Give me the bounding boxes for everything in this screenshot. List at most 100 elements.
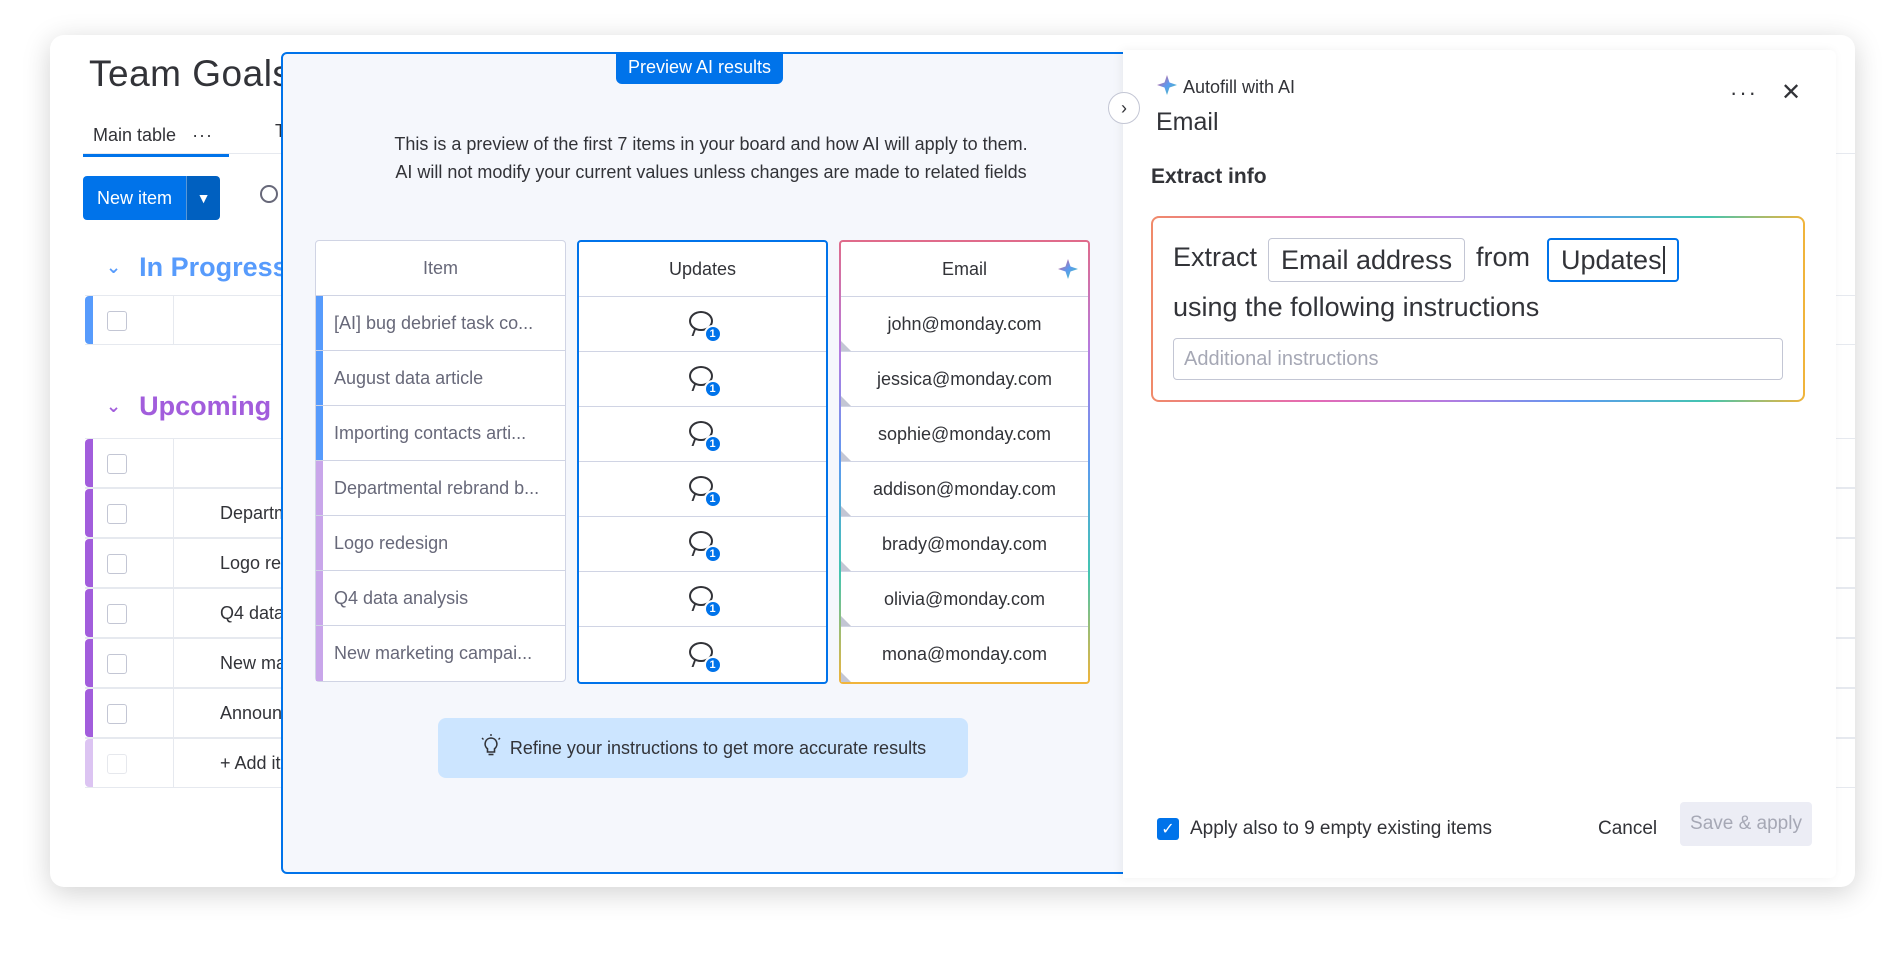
preview-item-cell: New marketing campai... [316,626,565,681]
updates-bubble-icon[interactable]: 1 [688,419,722,453]
row-checkbox[interactable] [107,504,127,524]
chevron-down-icon[interactable]: ⌄ [106,396,121,417]
group-color-bar [85,739,93,787]
row-checkbox[interactable] [107,704,127,724]
search-icon[interactable] [260,185,278,203]
from-word: from [1476,242,1530,272]
apply-existing-checkbox[interactable]: ✓ [1157,818,1179,840]
group-color-bar [316,626,323,681]
instructions-label: using the following instructions [1173,292,1540,322]
preview-updates-cell[interactable]: 1 [579,572,826,627]
updates-bubble-icon[interactable]: 1 [688,309,722,343]
column-header-item: Item [316,241,565,296]
row-checkbox[interactable] [107,654,127,674]
column-divider [173,296,174,344]
preview-updates-cell[interactable]: 1 [579,352,826,407]
close-icon[interactable]: ✕ [1781,78,1801,107]
preview-updates-cell[interactable]: 1 [579,627,826,682]
preview-item-cell: Logo redesign [316,516,565,571]
select-all-checkbox[interactable] [107,454,127,474]
preview-email-cell: addison@monday.com [841,462,1088,517]
chevron-down-icon[interactable]: ⌄ [106,257,121,278]
group-color-bar [316,351,323,405]
updates-count-badge: 1 [703,435,722,453]
section-label: Extract info [1151,165,1267,188]
group-color-bar [85,296,93,344]
cancel-button[interactable]: Cancel [1598,818,1657,840]
updates-bubble-icon[interactable]: 1 [688,640,722,674]
preview-email-cell: mona@monday.com [841,627,1088,682]
group-title: In Progress [139,252,288,282]
row-checkbox [107,754,127,774]
preview-badge: Preview AI results [616,52,784,84]
preview-email-cell: john@monday.com [841,297,1088,352]
updates-count-badge: 1 [703,325,722,343]
updates-bubble-icon[interactable]: 1 [688,529,722,563]
updates-count-badge: 1 [703,600,722,618]
group-color-bar [316,406,323,460]
group-color-bar [85,589,93,637]
row-checkbox[interactable] [107,311,127,331]
column-header-email: Email [841,242,1088,297]
preview-email-cell: jessica@monday.com [841,352,1088,407]
extract-source-chip[interactable]: Updates [1547,238,1679,282]
tab-main-table[interactable]: Main table ··· [83,115,230,157]
column-header-updates: Updates [579,242,826,297]
column-divider [173,639,174,687]
preview-item-cell: August data article [316,351,565,406]
apply-existing-label[interactable]: Apply also to 9 empty existing items [1190,818,1492,840]
column-divider [173,539,174,587]
column-divider [173,689,174,737]
preview-email-cell: olivia@monday.com [841,572,1088,627]
panel-kicker-label: Autofill with AI [1183,77,1296,97]
board-title: Team Goals [89,53,292,94]
collapse-chevron-icon[interactable]: › [1108,92,1140,124]
preview-updates-cell[interactable]: 1 [579,297,826,352]
preview-item-column: Item [AI] bug debrief task co... August … [315,240,566,682]
preview-updates-cell[interactable]: 1 [579,407,826,462]
group-color-bar [85,539,93,587]
preview-email-cell: sophie@monday.com [841,407,1088,462]
updates-count-badge: 1 [703,655,722,674]
preview-updates-cell[interactable]: 1 [579,517,826,572]
save-apply-button[interactable]: Save & apply [1680,802,1812,846]
preview-description-line2: AI will not modify your current values u… [395,162,1027,182]
group-color-bar [316,296,323,350]
preview-email-cell: brady@monday.com [841,517,1088,572]
group-color-bar [85,689,93,737]
group-color-bar [85,489,93,537]
group-color-bar [316,461,323,515]
updates-bubble-icon[interactable]: 1 [688,584,722,618]
row-checkbox[interactable] [107,604,127,624]
text-cursor [1662,246,1665,274]
group-color-bar [316,516,323,570]
preview-description-line1: This is a preview of the first 7 items i… [394,134,1028,154]
group-title: Upcoming [139,391,272,421]
panel-kicker: Autofill with AI [1157,75,1295,100]
column-divider [173,589,174,637]
updates-count-badge: 1 [703,380,722,398]
preview-email-column: Email john@monday.com jessica@monday.com… [839,240,1090,684]
updates-bubble-icon[interactable]: 1 [688,364,722,398]
group-header-in-progress[interactable]: ⌄ In Progress [106,252,288,283]
preview-item-cell: [AI] bug debrief task co... [316,296,565,351]
chevron-down-icon[interactable]: ▼ [186,176,221,220]
tab-main-table-label: Main table [93,124,177,145]
group-header-upcoming[interactable]: ⌄ Upcoming [106,391,271,422]
additional-instructions-input[interactable] [1173,338,1783,380]
row-checkbox[interactable] [107,554,127,574]
updates-bubble-icon[interactable]: 1 [688,474,722,508]
panel-title: Email [1156,108,1219,136]
group-color-bar [316,571,323,625]
extract-field-chip[interactable]: Email address [1268,238,1466,282]
tab-more-icon[interactable]: ··· [192,125,213,146]
extract-word: Extract [1173,242,1258,272]
column-divider [173,489,174,537]
ai-sparkle-icon [1058,259,1078,285]
more-options-icon[interactable]: ··· [1730,80,1758,106]
new-item-button[interactable]: New item [83,176,187,220]
column-divider [173,439,174,487]
updates-count-badge: 1 [703,545,722,563]
preview-updates-cell[interactable]: 1 [579,462,826,517]
group-color-bar [85,439,93,487]
